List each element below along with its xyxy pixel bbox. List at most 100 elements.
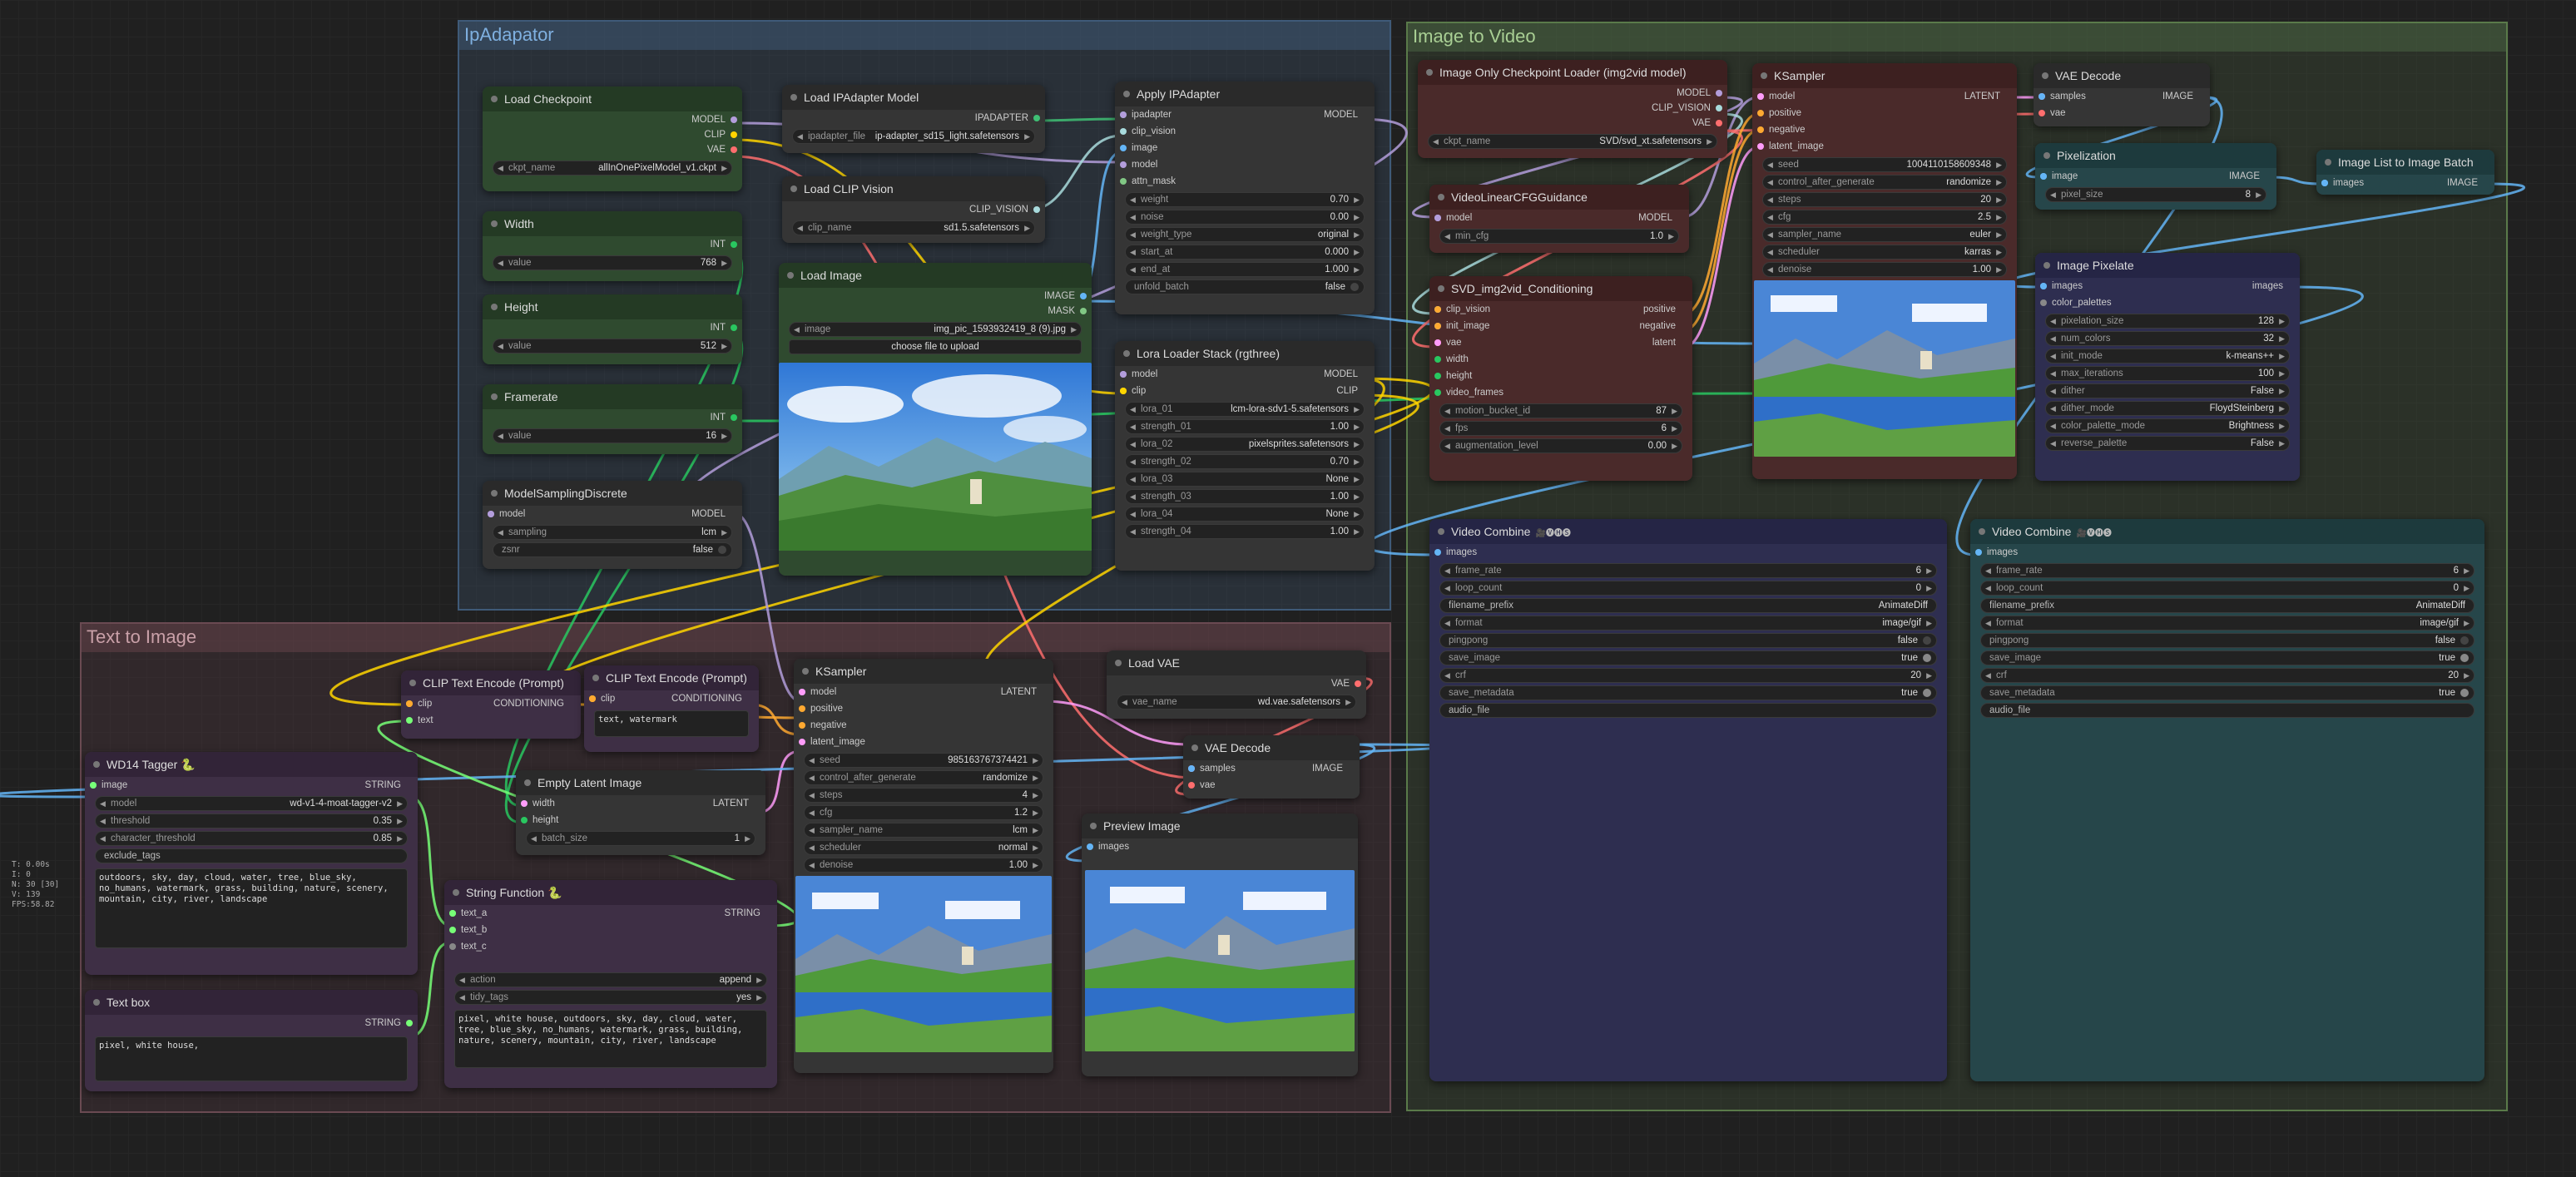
node-header[interactable]: SVD_img2vid_Conditioning: [1429, 276, 1692, 301]
node-header[interactable]: Image Pixelate: [2035, 253, 2300, 278]
vae-decode-i2v-node[interactable]: VAE Decode samples IMAGE vae: [2034, 63, 2210, 126]
input-text-c[interactable]: text_c: [444, 938, 777, 955]
input-attn-mask[interactable]: attn_mask: [1115, 173, 1375, 190]
control-after-generate-combo[interactable]: ◀ control_after_generate randomize ▶: [804, 770, 1043, 785]
sampling-combo[interactable]: ◀ sampling lcm ▶: [493, 525, 732, 540]
output-clip-vision[interactable]: CLIP_VISION: [782, 201, 1045, 218]
input-clip-vision[interactable]: clip_vision positive: [1429, 301, 1692, 318]
node-header[interactable]: Load IPAdapter Model: [782, 85, 1045, 110]
input-image[interactable]: image: [1115, 140, 1375, 156]
wd14-tagger-node[interactable]: WD14 Tagger 🐍 image STRING ◀ model wd-v1-4-…: [85, 752, 418, 975]
node-header[interactable]: CLIP Text Encode (Prompt): [401, 670, 581, 695]
batch-size-number[interactable]: ◀ batch_size 1 ▶: [526, 831, 755, 846]
node-header[interactable]: WD14 Tagger 🐍: [85, 752, 418, 777]
input-positive[interactable]: positive: [1752, 105, 2017, 121]
negative-prompt-textarea[interactable]: text, watermark: [594, 710, 749, 737]
output-clip[interactable]: CLIP: [483, 126, 742, 143]
vae-name-combo[interactable]: ◀ vae_name wd.vae.safetensors ▶: [1117, 695, 1356, 710]
input-text-b[interactable]: text_b: [444, 922, 777, 938]
input-color-palettes[interactable]: color_palettes: [2035, 294, 2300, 311]
input-vae[interactable]: vae: [1183, 777, 1360, 794]
dither-combo[interactable]: ◀ dither False ▶: [2045, 383, 2290, 398]
empty-latent-image-node[interactable]: Empty Latent Image width LATENT height ◀ b…: [516, 770, 765, 855]
unfold-batch-toggle[interactable]: unfold_batch false: [1125, 279, 1365, 294]
audio-file-field[interactable]: audio_file: [1439, 703, 1937, 718]
end-at-number[interactable]: ◀ end_at 1.000 ▶: [1125, 262, 1365, 277]
sampler-name-combo[interactable]: ◀ sampler_name lcm ▶: [804, 823, 1043, 838]
input-init-image[interactable]: init_image negative: [1429, 318, 1692, 334]
string-result-textarea[interactable]: pixel, white house, outdoors, sky, day, …: [454, 1010, 767, 1068]
svd-ckpt-name-combo[interactable]: ◀ ckpt_name SVD/svd_xt.safetensors ▶: [1428, 134, 1717, 149]
character-threshold-number[interactable]: ◀ character_threshold 0.85 ▶: [95, 831, 408, 846]
loop-count-number[interactable]: ◀ loop_count 0 ▶: [1439, 581, 1937, 596]
strength-02-number[interactable]: ◀ strength_02 0.70 ▶: [1125, 454, 1365, 469]
init-mode-combo[interactable]: ◀ init_mode k-means++ ▶: [2045, 349, 2290, 363]
input-height[interactable]: height: [1429, 368, 1692, 384]
input-model[interactable]: model LATENT: [794, 684, 1053, 700]
output-int[interactable]: INT: [483, 409, 742, 426]
input-model[interactable]: model MODEL: [1429, 210, 1689, 226]
min-cfg-number[interactable]: ◀ min_cfg 1.0 ▶: [1439, 229, 1679, 244]
output-model[interactable]: MODEL: [483, 111, 742, 128]
clip-text-encode-negative-node[interactable]: CLIP Text Encode (Prompt) clip CONDITIONI…: [584, 665, 759, 752]
audio-file-field[interactable]: audio_file: [1980, 703, 2474, 718]
strength-03-number[interactable]: ◀ strength_03 1.00 ▶: [1125, 489, 1365, 504]
input-model[interactable]: model LATENT: [1752, 88, 2017, 105]
output-image[interactable]: IMAGE: [779, 288, 1092, 304]
input-height[interactable]: height: [516, 812, 765, 828]
ipadapter-file-combo[interactable]: ◀ ipadapter_file ip-adapter_sd15_light.saf…: [792, 129, 1035, 144]
input-image[interactable]: image STRING: [85, 777, 418, 794]
ksampler-t2i-node[interactable]: KSampler model LATENT positive negative l…: [794, 659, 1053, 1073]
zsnr-toggle[interactable]: zsnr false: [493, 542, 732, 557]
node-header[interactable]: Text box: [85, 990, 418, 1015]
image-file-combo[interactable]: ◀ image img_pic_1593932419_8 (9).jpg ▶: [789, 322, 1082, 337]
save-metadata-toggle[interactable]: save_metadata true: [1980, 685, 2474, 700]
input-clip[interactable]: clip CONDITIONING: [584, 690, 759, 707]
node-header[interactable]: Width: [483, 211, 742, 236]
text-box-node[interactable]: Text box STRING pixel, white house,: [85, 990, 418, 1091]
node-header[interactable]: Apply IPAdapter: [1115, 82, 1375, 106]
preview-image-node[interactable]: Preview Image images: [1082, 814, 1358, 1076]
exclude-tags-field[interactable]: exclude_tags: [95, 848, 408, 863]
motion-bucket-id-number[interactable]: ◀ motion_bucket_id 87 ▶: [1439, 403, 1682, 418]
framerate-node[interactable]: Framerate INT ◀ value 16 ▶: [483, 384, 742, 454]
input-positive[interactable]: positive: [794, 700, 1053, 717]
save-metadata-toggle[interactable]: save_metadata true: [1439, 685, 1937, 700]
node-header[interactable]: Load Checkpoint: [483, 87, 742, 111]
node-header[interactable]: Empty Latent Image: [516, 770, 765, 795]
image-list-to-image-batch-node[interactable]: Image List to Image Batch images IMAGE: [2316, 150, 2494, 195]
frame-rate-number[interactable]: ◀ frame_rate 6 ▶: [1980, 563, 2474, 578]
lora-02-combo[interactable]: ◀ lora_02 pixelsprites.safetensors ▶: [1125, 437, 1365, 452]
input-images[interactable]: images: [1970, 544, 2484, 561]
num-colors-number[interactable]: ◀ num_colors 32 ▶: [2045, 331, 2290, 346]
ksampler-i2v-node[interactable]: KSampler model LATENT positive negative l…: [1752, 63, 2017, 479]
augmentation-level-number[interactable]: ◀ augmentation_level 0.00 ▶: [1439, 438, 1682, 453]
action-combo[interactable]: ◀ action append ▶: [454, 972, 767, 987]
node-header[interactable]: Load CLIP Vision: [782, 176, 1045, 201]
load-vae-node[interactable]: Load VAE VAE ◀ vae_name wd.vae.safetensors…: [1107, 650, 1366, 719]
start-at-number[interactable]: ◀ start_at 0.000 ▶: [1125, 245, 1365, 260]
framerate-value-number[interactable]: ◀ value 16 ▶: [493, 428, 732, 443]
input-video-frames[interactable]: video_frames: [1429, 384, 1692, 401]
color-palette-mode-combo[interactable]: ◀ color_palette_mode Brightness ▶: [2045, 418, 2290, 433]
tags-output-textarea[interactable]: outdoors, sky, day, cloud, water, tree, …: [95, 868, 408, 948]
scheduler-combo[interactable]: ◀ scheduler normal ▶: [804, 840, 1043, 855]
seed-number[interactable]: ◀ seed 1004110158609348 ▶: [1762, 157, 2007, 172]
cfg-number[interactable]: ◀ cfg 1.2 ▶: [804, 805, 1043, 820]
loop-count-number[interactable]: ◀ loop_count 0 ▶: [1980, 581, 2474, 596]
clip-text-encode-positive-node[interactable]: CLIP Text Encode (Prompt) clip CONDITIONI…: [401, 670, 581, 739]
threshold-number[interactable]: ◀ threshold 0.35 ▶: [95, 814, 408, 828]
input-width[interactable]: width LATENT: [516, 795, 765, 812]
height-value-number[interactable]: ◀ value 512 ▶: [493, 339, 732, 354]
node-header[interactable]: Preview Image: [1082, 814, 1358, 838]
pixelization-node[interactable]: Pixelization image IMAGE ◀ pixel_size 8 ▶: [2035, 143, 2276, 210]
input-text[interactable]: text: [401, 712, 581, 729]
string-function-node[interactable]: String Function 🐍 text_a STRING text_b te…: [444, 880, 777, 1088]
save-image-toggle[interactable]: save_image true: [1439, 650, 1937, 665]
input-clip[interactable]: clip CLIP: [1115, 383, 1375, 399]
strength-01-number[interactable]: ◀ strength_01 1.00 ▶: [1125, 419, 1365, 434]
input-width[interactable]: width: [1429, 351, 1692, 368]
input-images[interactable]: images: [1082, 838, 1358, 855]
video-combine-2-node[interactable]: Video Combine 🎥🅥🅗🅢 images ◀ frame_rate 6 ▶ ◀…: [1970, 519, 2484, 1081]
output-int[interactable]: INT: [483, 319, 742, 336]
